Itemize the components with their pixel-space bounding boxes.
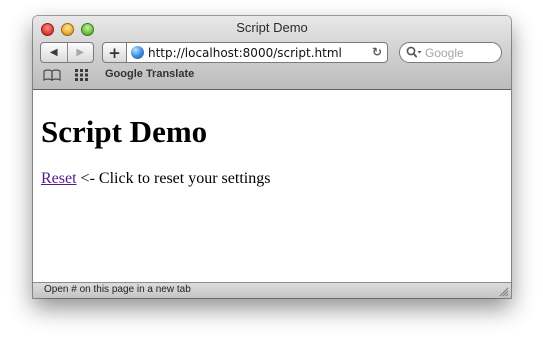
add-bookmark-button[interactable]: +	[102, 42, 127, 63]
status-text: Open # on this page in a new tab	[44, 284, 191, 295]
page-content: Script Demo Reset <- Click to reset your…	[33, 90, 511, 282]
resize-grip-icon[interactable]	[498, 286, 509, 297]
forward-arrow-icon: ▶	[76, 47, 85, 58]
status-bar: Open # on this page in a new tab	[33, 282, 511, 298]
address-bar[interactable]: http://localhost:8000/script.html ↻	[127, 42, 388, 63]
back-forward-group: ◀ ▶	[40, 42, 94, 63]
reset-link[interactable]: Reset	[41, 170, 77, 187]
page-title: Script Demo	[41, 114, 208, 149]
site-globe-icon	[131, 46, 144, 59]
search-icon	[406, 46, 422, 58]
top-sites-grid-icon[interactable]	[75, 69, 89, 81]
address-url[interactable]: http://localhost:8000/script.html	[148, 46, 362, 60]
reload-icon[interactable]: ↻	[372, 45, 382, 59]
back-button[interactable]: ◀	[41, 43, 67, 62]
back-arrow-icon: ◀	[49, 47, 58, 58]
window-title: Script Demo	[236, 20, 308, 35]
reset-description: <- Click to reset your settings	[76, 170, 271, 187]
forward-button[interactable]: ▶	[66, 43, 94, 62]
bookmark-google-translate[interactable]: Google Translate	[105, 68, 194, 80]
browser-toolbar: Script Demo ◀ ▶ + http://localhost:8000/…	[33, 16, 511, 90]
browser-window: Script Demo ◀ ▶ + http://localhost:8000/…	[33, 16, 511, 298]
search-field[interactable]: Google	[399, 42, 502, 63]
search-placeholder: Google	[425, 45, 464, 60]
reset-paragraph: Reset <- Click to reset your settings	[41, 170, 270, 188]
bookmarks-book-icon[interactable]	[43, 69, 61, 81]
